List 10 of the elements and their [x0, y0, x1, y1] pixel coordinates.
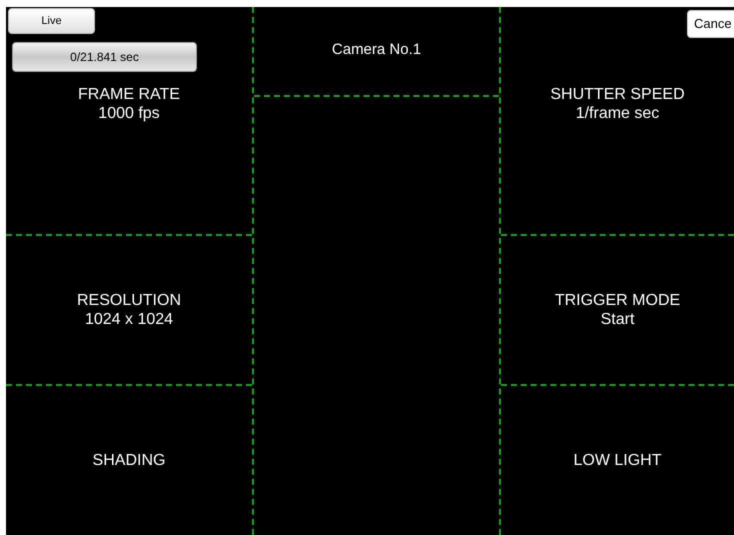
time-button[interactable]: 0/21.841 sec — [12, 42, 197, 72]
setting-label[interactable]: SHADING — [92, 451, 166, 470]
setting-label[interactable]: RESOLUTION 1024 x 1024 — [76, 291, 181, 329]
setting-label[interactable]: TRIGGER MODE Start — [554, 291, 680, 329]
cancel-button[interactable]: Cance — [687, 10, 734, 38]
setting-label[interactable]: LOW LIGHT — [573, 451, 662, 470]
live-button[interactable]: Live — [8, 8, 95, 34]
setting-label[interactable]: SHUTTER SPEED 1/frame sec — [550, 85, 685, 123]
setting-label[interactable]: FRAME RATE 1000 fps — [78, 85, 180, 123]
camera-title: Camera No.1 — [332, 41, 422, 60]
